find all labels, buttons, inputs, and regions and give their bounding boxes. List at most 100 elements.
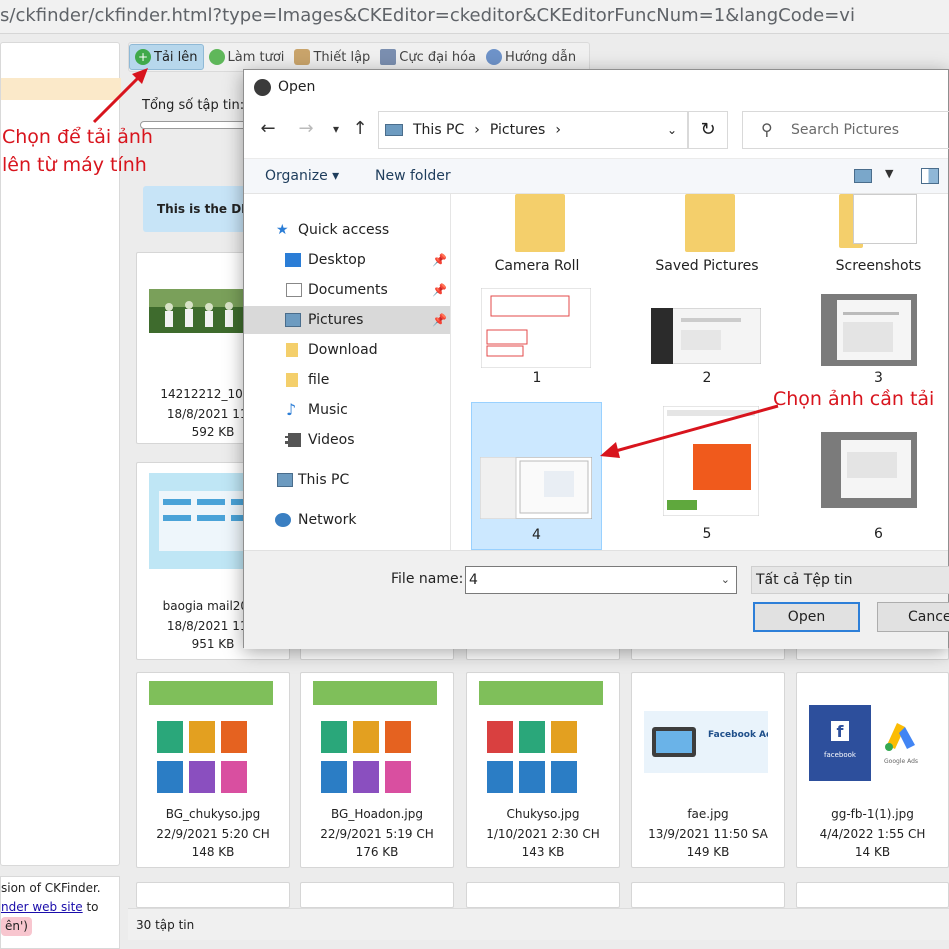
nav-label: Desktop (308, 252, 366, 268)
nav-network[interactable]: Network (244, 506, 450, 534)
image-item[interactable]: 1 (467, 288, 607, 392)
view-dropdown-icon[interactable]: ▼ (885, 167, 893, 180)
navigation-row: ← → ▾ ↑ This PC › Pictures › ⌄ ↻ ⚲ Searc… (244, 110, 949, 150)
nav-videos[interactable]: Videos (244, 426, 450, 454)
image-item[interactable]: 6 (807, 402, 949, 550)
open-button[interactable]: Open (753, 602, 860, 632)
file-card[interactable]: BG_chukyso.jpg 22/9/2021 5:20 CH 148 KB (136, 672, 290, 868)
image-label: 4 (532, 527, 541, 543)
quota-progress-bar (140, 121, 250, 129)
search-input[interactable]: ⚲ Search Pictures (742, 111, 949, 149)
image-thumbnail (481, 288, 591, 368)
file-list-pane: Camera Roll Saved Pictures Screenshots 1 (451, 194, 949, 550)
url-text: s/ckfinder/ckfinder.html?type=Images&CKE… (0, 5, 855, 26)
forward-arrow-icon[interactable]: → (294, 118, 318, 139)
breadcrumb-this-pc[interactable]: This PC (413, 122, 464, 138)
file-card[interactable]: Facebook Ads fae.jpg 13/9/2021 11:50 SA … (631, 672, 785, 868)
demo-notice: This is the DE (143, 186, 253, 232)
nav-this-pc[interactable]: This PC (244, 466, 450, 494)
nav-documents[interactable]: Documents 📌 (244, 276, 450, 304)
hoadon-pricelist-thumbnail (313, 681, 437, 805)
nav-label: file (308, 372, 330, 388)
file-card[interactable] (796, 882, 949, 908)
view-options-icon[interactable] (854, 169, 872, 183)
pin-icon[interactable]: 📌 (432, 246, 447, 274)
file-card[interactable]: f facebook Google Ads gg-fb-1(1).jpg 4/4… (796, 672, 949, 868)
file-card[interactable]: BG_Hoadon.jpg 22/9/2021 5:19 CH 176 KB (300, 672, 454, 868)
nav-label: Quick access (298, 222, 390, 238)
organize-button[interactable]: Organize ▾ (265, 168, 339, 184)
settings-label: Thiết lập (313, 49, 371, 65)
back-arrow-icon[interactable]: ← (256, 118, 280, 139)
folder-item[interactable]: Screenshots (807, 194, 949, 284)
file-name-label: File name: (391, 571, 464, 587)
add-icon: + (135, 49, 151, 65)
preview-pane-icon[interactable] (921, 168, 939, 184)
image-label: 6 (874, 526, 883, 542)
refresh-button[interactable]: ↻ (688, 111, 728, 149)
file-card[interactable] (631, 882, 785, 908)
facebook-text: facebook (824, 751, 857, 759)
file-name-input[interactable]: 4 ⌄ (465, 566, 737, 594)
computer-icon (277, 473, 293, 487)
folder-icon (286, 373, 298, 387)
cancel-button[interactable]: Cance (877, 602, 949, 632)
settings-button[interactable]: Thiết lập (289, 44, 375, 70)
nav-quick-access[interactable]: ★ Quick access (244, 216, 450, 244)
file-size: 176 KB (355, 845, 399, 859)
file-card[interactable] (466, 882, 620, 908)
image-item[interactable]: 3 (807, 288, 949, 392)
breadcrumb[interactable]: This PC › Pictures › ⌄ (378, 111, 688, 149)
folder-item[interactable]: Saved Pictures (637, 194, 777, 284)
up-arrow-icon[interactable]: ↑ (348, 118, 372, 139)
file-date: 1/10/2021 2:30 CH (486, 827, 600, 841)
maximize-button[interactable]: Cực đại hóa (375, 44, 481, 70)
folder-icon (515, 194, 565, 252)
maximize-icon (380, 49, 397, 65)
folder-item[interactable]: Camera Roll (467, 194, 607, 284)
maximize-label: Cực đại hóa (399, 49, 477, 65)
image-item-selected[interactable]: 4 (471, 402, 602, 550)
new-folder-button[interactable]: New folder (375, 168, 451, 184)
total-files-label: Tổng số tập tin: 0 (142, 98, 257, 113)
license-line-1: sion of CKFinder. (1, 881, 101, 895)
license-line-2-suffix: to (82, 900, 99, 914)
file-name-value: 4 (469, 572, 478, 588)
file-date: 22/9/2021 5:19 CH (320, 827, 434, 841)
image-item[interactable]: 2 (637, 288, 777, 392)
refresh-icon (208, 49, 225, 65)
breadcrumb-separator-icon: › (555, 122, 561, 138)
website-link[interactable]: nder web site (1, 900, 83, 914)
pictures-icon (285, 313, 301, 327)
network-icon (275, 513, 291, 527)
refresh-button[interactable]: Làm tươi (204, 44, 290, 70)
file-card[interactable] (300, 882, 454, 908)
help-button[interactable]: Hướng dẫn (481, 44, 581, 70)
recent-chevron-icon[interactable]: ▾ (324, 122, 348, 136)
file-name: gg-fb-1(1).jpg (831, 807, 914, 821)
pin-icon[interactable]: 📌 (432, 276, 447, 304)
nav-label: Pictures (308, 312, 364, 328)
file-card[interactable]: Chukyso.jpg 1/10/2021 2:30 CH 143 KB (466, 672, 620, 868)
chevron-down-icon[interactable]: ⌄ (667, 123, 677, 137)
address-bar[interactable]: s/ckfinder/ckfinder.html?type=Images&CKE… (0, 0, 949, 34)
nav-pictures[interactable]: Pictures 📌 (244, 306, 450, 334)
refresh-icon: ↻ (700, 119, 716, 140)
image-label: 5 (702, 526, 712, 542)
nav-download[interactable]: Download (244, 336, 450, 364)
nav-desktop[interactable]: Desktop 📌 (244, 246, 450, 274)
nav-music[interactable]: ♪ Music (244, 396, 450, 424)
music-icon: ♪ (286, 400, 297, 419)
folder-icon (685, 194, 735, 252)
file-date: 4/4/2022 1:55 CH (819, 827, 926, 841)
chevron-down-icon[interactable]: ⌄ (721, 567, 730, 593)
annotation-upload-line1: Chọn để tải ảnh (2, 126, 153, 148)
pin-icon[interactable]: 📌 (432, 306, 447, 334)
file-card[interactable] (136, 882, 290, 908)
file-type-select[interactable]: Tất cả Tệp tin (751, 566, 949, 594)
annotation-choose-image: Chọn ảnh cần tải (773, 388, 935, 410)
file-name: BG_chukyso.jpg (165, 807, 261, 821)
license-notice: sion of CKFinder. nder web site to ên') (0, 876, 120, 949)
breadcrumb-pictures[interactable]: Pictures (490, 122, 545, 138)
nav-file[interactable]: file (244, 366, 450, 394)
